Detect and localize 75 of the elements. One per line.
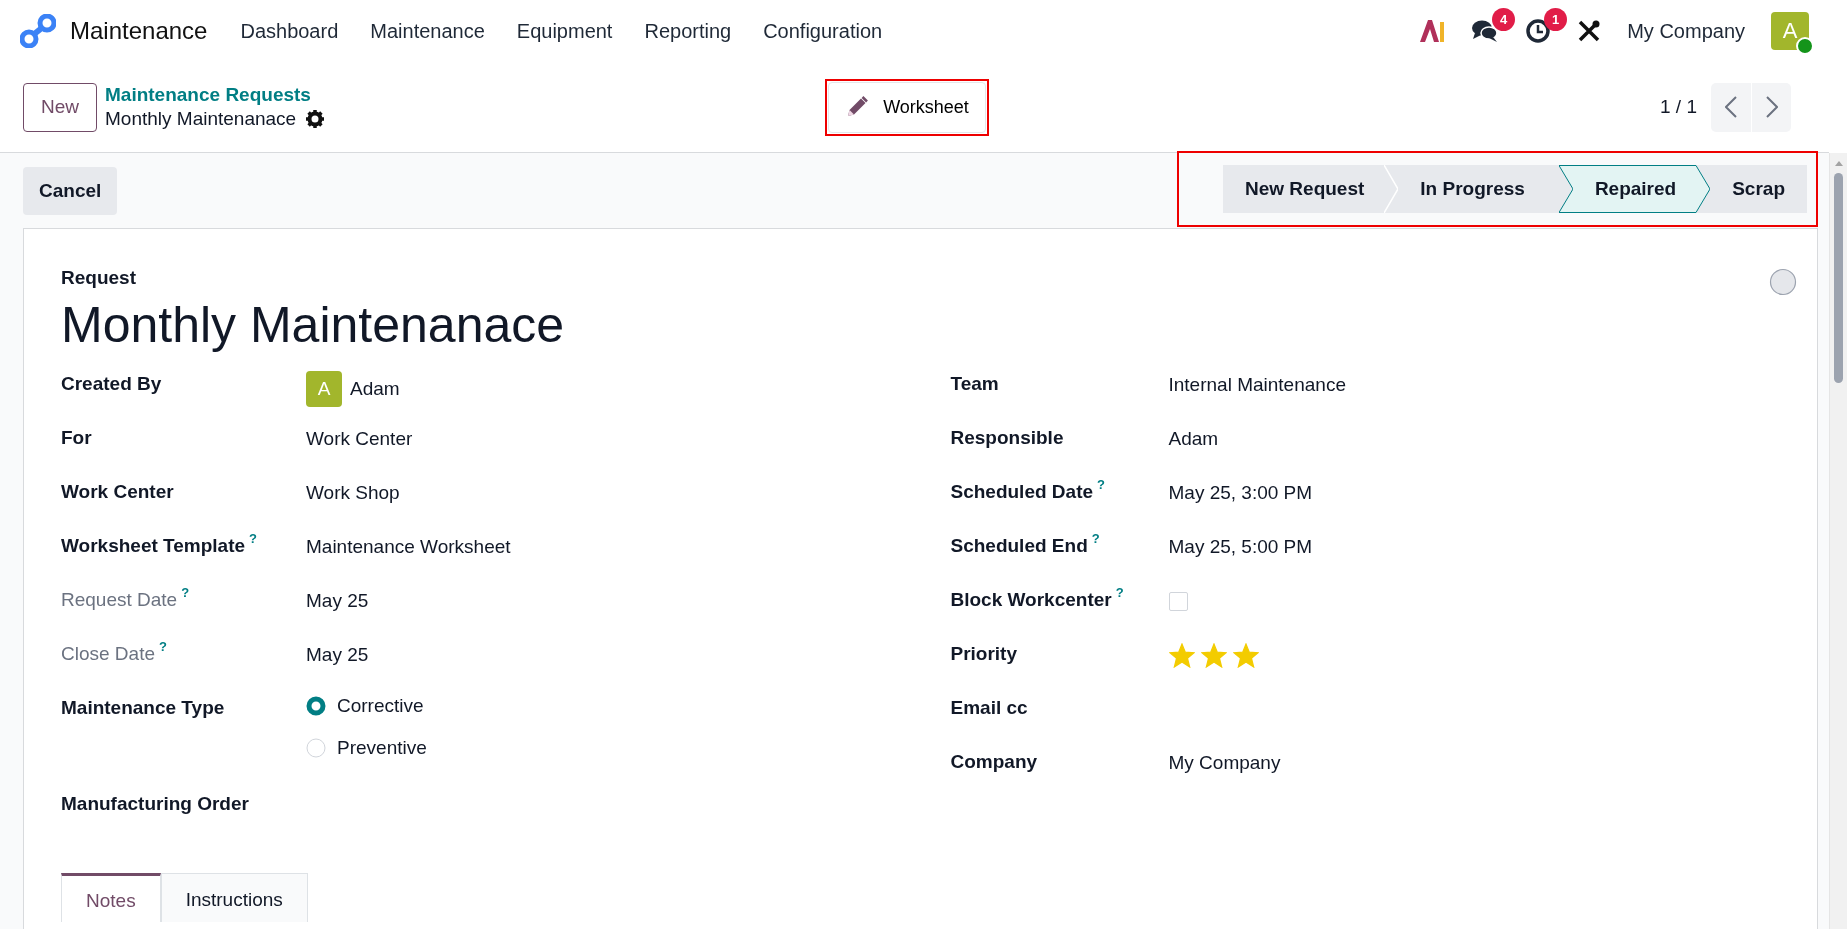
- field-label: Created By: [61, 373, 162, 395]
- help-tooltip-mark[interactable]: ?: [249, 531, 258, 557]
- radio-button[interactable]: [306, 696, 326, 716]
- radio-label[interactable]: Preventive: [337, 737, 427, 759]
- chat-icon[interactable]: [1471, 18, 1500, 44]
- ai-icon[interactable]: [1419, 19, 1446, 43]
- field-value[interactable]: May 25: [306, 590, 369, 612]
- field-label: Scheduled Date: [950, 481, 1094, 503]
- field-label: Work Center: [61, 481, 174, 503]
- field-label: Maintenance Type: [61, 697, 225, 719]
- scrollbar-thumb[interactable]: [1834, 173, 1843, 383]
- field-value[interactable]: Maintenance Worksheet: [306, 536, 511, 558]
- star-icon[interactable]: [1168, 642, 1195, 668]
- record-title: Monthly Maintenanace: [61, 296, 566, 355]
- help-tooltip-mark[interactable]: ?: [1097, 477, 1105, 503]
- tools-icon[interactable]: [1577, 19, 1602, 43]
- breadcrumb-link[interactable]: Maintenance Requests: [105, 84, 325, 106]
- field-label: Request Date: [61, 589, 178, 611]
- field-label: Team: [950, 373, 999, 395]
- help-tooltip-mark[interactable]: ?: [159, 639, 167, 665]
- field-label: Responsible: [950, 427, 1064, 449]
- field-value[interactable]: Adam: [350, 378, 400, 400]
- field-value[interactable]: Internal Maintenance: [1168, 374, 1346, 396]
- menu-item[interactable]: Dashboard: [225, 13, 354, 49]
- checkbox[interactable]: [1168, 591, 1188, 611]
- help-tooltip-mark[interactable]: ?: [181, 585, 190, 611]
- field-label: Company: [950, 751, 1038, 773]
- scroll-up-arrow-icon[interactable]: [1833, 159, 1844, 167]
- radio-label[interactable]: Corrective: [337, 695, 424, 717]
- status-circle-icon[interactable]: [1769, 268, 1797, 296]
- settings-icon[interactable]: [306, 110, 325, 128]
- help-tooltip-mark[interactable]: ?: [1091, 531, 1100, 557]
- field-caption: Request: [61, 267, 137, 289]
- field-label: Email cc: [950, 697, 1028, 719]
- field-label: Close Date: [61, 643, 155, 665]
- stage-button[interactable]: In Progress: [1398, 164, 1559, 213]
- worksheet-button[interactable]: Worksheet: [828, 81, 986, 133]
- field-label: Scheduled End: [950, 535, 1088, 557]
- company-switcher[interactable]: My Company: [1627, 19, 1745, 43]
- field-label: Block Workcenter: [950, 589, 1112, 611]
- field-label: Worksheet Template: [61, 535, 246, 557]
- app-title[interactable]: Maintenance: [70, 17, 208, 45]
- field-value[interactable]: Adam: [1168, 428, 1219, 450]
- cancel-button[interactable]: Cancel: [23, 166, 118, 215]
- field-value[interactable]: May 25: [306, 644, 369, 666]
- menu-item[interactable]: Configuration: [748, 13, 898, 49]
- field-label: For: [61, 427, 92, 449]
- help-tooltip-mark[interactable]: ?: [1115, 585, 1124, 611]
- field-value[interactable]: Work Shop: [306, 482, 400, 504]
- field-label: Priority: [950, 643, 1018, 665]
- field-value[interactable]: May 25, 3:00 PM: [1168, 482, 1313, 504]
- menu-item[interactable]: Reporting: [629, 13, 747, 49]
- record-name: Monthly Maintenanace: [105, 108, 297, 130]
- star-icon[interactable]: [1200, 642, 1227, 668]
- user-avatar: A: [306, 371, 342, 407]
- chevron-left-icon: [1725, 96, 1737, 118]
- field-label: Manufacturing Order: [61, 793, 249, 815]
- field-value[interactable]: May 25, 5:00 PM: [1168, 536, 1313, 558]
- pencil-icon: [845, 95, 870, 119]
- notification-badge: 4: [1492, 8, 1516, 31]
- stage-button[interactable]: Repaired: [1558, 164, 1711, 213]
- new-button[interactable]: New: [23, 82, 97, 132]
- chevron-right-icon: [1765, 96, 1778, 118]
- menu-item[interactable]: Equipment: [501, 13, 628, 49]
- notification-badge: 1: [1544, 8, 1568, 31]
- stage-button[interactable]: Scrap: [1710, 164, 1807, 213]
- tab[interactable]: Instructions: [160, 873, 308, 922]
- field-value[interactable]: My Company: [1168, 752, 1281, 774]
- clock-icon[interactable]: [1525, 18, 1552, 44]
- star-icon[interactable]: [1232, 642, 1259, 668]
- app-logo-icon[interactable]: [20, 14, 56, 48]
- tab[interactable]: Notes: [61, 873, 161, 922]
- field-value[interactable]: Work Center: [306, 428, 413, 450]
- menu-item[interactable]: Maintenance: [355, 13, 500, 49]
- pager-value: 1 / 1: [1660, 96, 1697, 118]
